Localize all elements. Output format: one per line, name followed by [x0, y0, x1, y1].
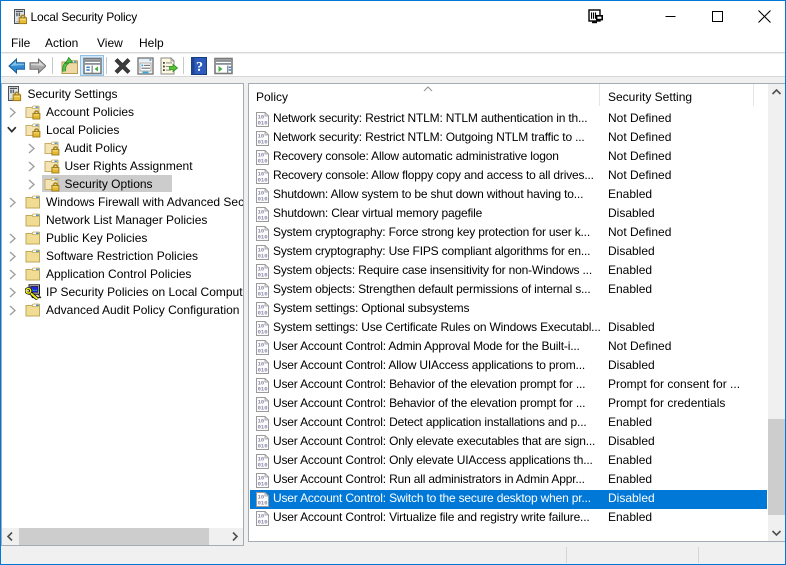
svg-text:?: ?: [196, 60, 203, 75]
